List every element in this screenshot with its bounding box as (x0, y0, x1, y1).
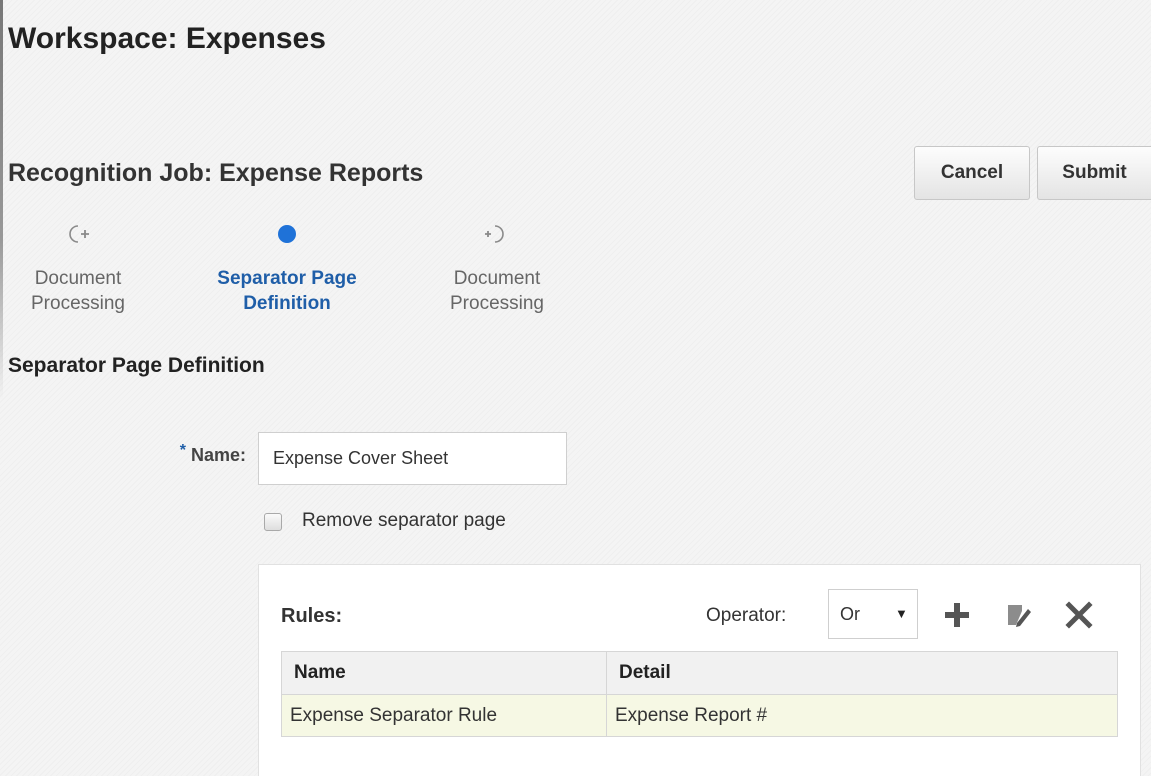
name-field-label: * Name: (120, 442, 246, 466)
required-marker: * (179, 442, 186, 459)
remove-separator-checkbox[interactable] (264, 513, 282, 531)
rules-table: Name Detail Expense Separator Rule Expen… (281, 651, 1118, 737)
back-step-icon[interactable] (65, 222, 95, 246)
train-step-label[interactable]: Document Processing (0, 266, 173, 316)
operator-value[interactable]: Or (840, 604, 860, 625)
name-input[interactable] (258, 432, 567, 485)
column-header-name[interactable]: Name (281, 651, 607, 695)
rule-detail-cell[interactable]: Expense Report # (606, 694, 1118, 737)
rule-name-cell[interactable]: Expense Separator Rule (281, 694, 607, 737)
workspace-title: Workspace: Expenses (8, 22, 326, 55)
left-edge-border (0, 0, 3, 400)
column-header-detail[interactable]: Detail (606, 651, 1118, 695)
cancel-button[interactable]: Cancel (914, 146, 1030, 200)
rules-title: Rules: (281, 605, 343, 627)
submit-button[interactable]: Submit (1037, 146, 1151, 200)
rules-panel: Rules: Operator: Or ▼ Name Detail Expens… (258, 564, 1141, 776)
next-step-icon[interactable] (478, 222, 508, 246)
table-header-row: Name Detail (281, 651, 1118, 695)
current-step-dot-icon (278, 225, 296, 243)
operator-select[interactable]: Or ▼ (828, 589, 918, 639)
operator-label: Operator: (706, 605, 787, 626)
table-row[interactable]: Expense Separator Rule Expense Report # (281, 694, 1118, 737)
edit-icon[interactable] (1002, 599, 1034, 631)
train-step-label[interactable]: Document Processing (402, 266, 592, 316)
section-title: Separator Page Definition (8, 354, 265, 377)
remove-separator-label[interactable]: Remove separator page (302, 510, 506, 532)
chevron-down-icon[interactable]: ▼ (895, 606, 908, 621)
train-step-label: Separator Page Definition (217, 268, 357, 314)
add-icon[interactable] (941, 599, 973, 631)
job-title: Recognition Job: Expense Reports (8, 159, 424, 187)
delete-icon[interactable] (1063, 599, 1095, 631)
name-label-text: Name: (190, 445, 246, 465)
